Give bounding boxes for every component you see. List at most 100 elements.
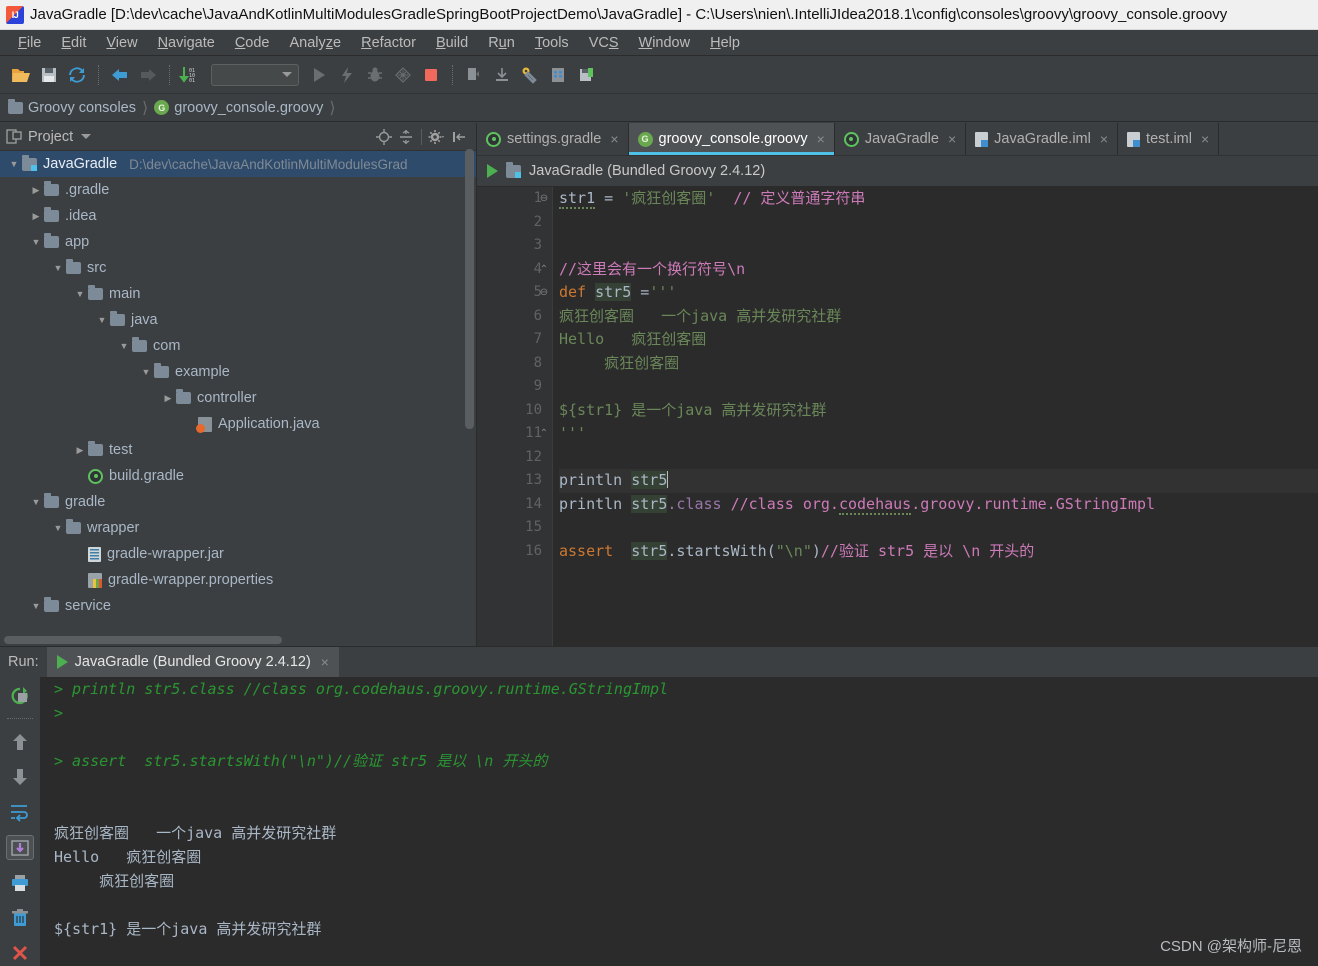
project-structure-icon[interactable]: [545, 62, 571, 88]
project-tree-vscrollbar[interactable]: [465, 149, 474, 429]
tree-node-app[interactable]: ▼ app: [0, 229, 476, 255]
menu-code[interactable]: Code: [225, 33, 280, 53]
chevron-down-icon[interactable]: ▼: [28, 497, 44, 507]
tree-node-service[interactable]: ▼ service: [0, 593, 476, 619]
code-fold-marker-icon[interactable]: ⊖: [538, 187, 550, 211]
sdk-manager-icon[interactable]: [573, 62, 599, 88]
chevron-down-icon[interactable]: ▼: [72, 289, 88, 299]
editor-gutter[interactable]: ⊖ 1 2 3 ⌃ 4 ⊖ 5 6 7 8 9 10 ⌃ 11 12 13 14 15 16: [477, 187, 553, 646]
editor-line[interactable]: [559, 211, 1318, 235]
tree-node-java[interactable]: ▼ java: [0, 307, 476, 333]
run-with-coverage-icon[interactable]: [334, 62, 360, 88]
editor-tab-test-iml[interactable]: test.iml ×: [1118, 123, 1220, 155]
run-configuration-selector[interactable]: [211, 63, 299, 86]
tree-node-example[interactable]: ▼ example: [0, 359, 476, 385]
menu-refactor[interactable]: Refactor: [351, 33, 426, 53]
close-icon[interactable]: [6, 941, 34, 966]
tree-node-main[interactable]: ▼ main: [0, 281, 476, 307]
menu-analyze[interactable]: Analyze: [280, 33, 352, 53]
menu-view[interactable]: View: [96, 33, 147, 53]
menu-window[interactable]: Window: [629, 33, 701, 53]
chevron-down-icon[interactable]: ▼: [94, 315, 110, 325]
commit-icon[interactable]: [489, 62, 515, 88]
breadcrumb-item-groovy-consoles[interactable]: Groovy consoles: [8, 98, 136, 116]
editor-tab-javagradle-iml[interactable]: JavaGradle.iml ×: [966, 123, 1119, 155]
chevron-down-icon[interactable]: ▼: [6, 159, 22, 169]
menu-run[interactable]: Run: [478, 33, 525, 53]
rerun-icon[interactable]: [6, 683, 34, 708]
tree-node-com[interactable]: ▼ com: [0, 333, 476, 359]
close-icon[interactable]: ×: [817, 131, 825, 147]
project-tree[interactable]: ▼ JavaGradle D:\dev\cache\JavaAndKotlinMul…: [0, 151, 476, 646]
menu-file[interactable]: File: [8, 33, 51, 53]
open-folder-icon[interactable]: [8, 62, 34, 88]
editor-line[interactable]: 疯狂创客圈 一个java 高并发研究社群: [559, 305, 1318, 329]
editor-tab-groovy-console-groovy[interactable]: Ggroovy_console.groovy ×: [628, 123, 835, 155]
tree-node-gradle[interactable]: ▼ gradle: [0, 489, 476, 515]
editor-line[interactable]: str1 = '疯狂创客圈' // 定义普通字符串: [559, 187, 1318, 211]
chevron-right-icon[interactable]: ▶: [28, 185, 44, 196]
chevron-right-icon[interactable]: ▶: [28, 211, 44, 222]
menu-vcs[interactable]: VCS: [579, 33, 629, 53]
editor-line[interactable]: ''': [559, 422, 1318, 446]
soft-wrap-icon[interactable]: [6, 800, 34, 825]
close-icon[interactable]: ×: [1201, 131, 1209, 147]
run-icon[interactable]: [306, 62, 332, 88]
close-icon[interactable]: ×: [610, 131, 618, 147]
editor-line[interactable]: def str5 =''': [559, 281, 1318, 305]
close-icon[interactable]: ×: [1100, 131, 1108, 147]
settings-wrench-icon[interactable]: [517, 62, 543, 88]
tree-node-wrapper[interactable]: ▼ wrapper: [0, 515, 476, 541]
editor-line[interactable]: [559, 516, 1318, 540]
run-console-output[interactable]: > println str5.class //class org.codehau…: [40, 677, 1318, 966]
editor-line[interactable]: println str5.class //class org.codehaus.…: [559, 493, 1318, 517]
close-icon[interactable]: ×: [948, 131, 956, 147]
chevron-down-icon[interactable]: ▼: [28, 601, 44, 611]
menu-build[interactable]: Build: [426, 33, 478, 53]
tree-node-gradle-wrapper-jar[interactable]: gradle-wrapper.jar: [0, 541, 476, 567]
collapse-all-icon[interactable]: [395, 127, 417, 147]
chevron-down-icon[interactable]: ▼: [138, 367, 154, 377]
tree-node--gradle[interactable]: ▶ .gradle: [0, 177, 476, 203]
profile-icon[interactable]: [390, 62, 416, 88]
tree-node--idea[interactable]: ▶ .idea: [0, 203, 476, 229]
print-icon[interactable]: [6, 870, 34, 895]
menu-edit[interactable]: Edit: [51, 33, 96, 53]
editor-tab-settings-gradle[interactable]: settings.gradle ×: [477, 123, 629, 155]
tree-node-gradle-wrapper-properties[interactable]: gradle-wrapper.properties: [0, 567, 476, 593]
tree-node-javagradle[interactable]: ▼ JavaGradle D:\dev\cache\JavaAndKotlinMul…: [0, 151, 476, 177]
editor-line[interactable]: ${str1} 是一个java 高并发研究社群: [559, 399, 1318, 423]
menu-navigate[interactable]: Navigate: [148, 33, 225, 53]
editor-line[interactable]: [559, 234, 1318, 258]
forward-arrow-icon[interactable]: [135, 62, 161, 88]
editor-line[interactable]: [559, 446, 1318, 470]
scroll-to-end-icon[interactable]: [6, 835, 34, 861]
breadcrumb-item-groovy-console-file[interactable]: G groovy_console.groovy: [154, 100, 323, 116]
chevron-right-icon[interactable]: ▶: [160, 393, 176, 404]
toggle-bookmark-icon[interactable]: 01 10 01: [178, 62, 204, 88]
chevron-right-icon[interactable]: ▶: [72, 445, 88, 456]
tree-node-test[interactable]: ▶ test: [0, 437, 476, 463]
chevron-down-icon[interactable]: ▼: [28, 237, 44, 247]
update-project-icon[interactable]: [461, 62, 487, 88]
run-tab-javagradle[interactable]: JavaGradle (Bundled Groovy 2.4.12) ×: [46, 647, 339, 677]
tree-node-application-java[interactable]: Application.java: [0, 411, 476, 437]
scroll-up-icon[interactable]: [6, 729, 34, 754]
stop-icon[interactable]: [418, 62, 444, 88]
editor-line[interactable]: println str5: [559, 469, 1318, 493]
debug-icon[interactable]: [362, 62, 388, 88]
editor-code-content[interactable]: str1 = '疯狂创客圈' // 定义普通字符串 //这里会有一个换行符号\n…: [553, 187, 1318, 646]
code-fold-marker-icon[interactable]: ⊖: [538, 281, 550, 305]
tree-node-controller[interactable]: ▶ controller: [0, 385, 476, 411]
editor-tab-javagradle[interactable]: JavaGradle ×: [834, 123, 967, 155]
chevron-down-icon[interactable]: [81, 134, 92, 139]
settings-gear-icon[interactable]: [426, 127, 448, 147]
chevron-down-icon[interactable]: ▼: [50, 523, 66, 533]
hide-panel-icon[interactable]: [448, 127, 470, 147]
locate-target-icon[interactable]: [373, 127, 395, 147]
close-icon[interactable]: ×: [321, 654, 329, 670]
menu-help[interactable]: Help: [700, 33, 750, 53]
code-fold-marker-icon[interactable]: ⌃: [538, 422, 550, 446]
code-editor[interactable]: ⊖ 1 2 3 ⌃ 4 ⊖ 5 6 7 8 9 10 ⌃ 11 12 13 14 15 16 str1 = '疯狂创客…: [477, 187, 1318, 646]
code-fold-marker-icon[interactable]: ⌃: [538, 258, 550, 282]
